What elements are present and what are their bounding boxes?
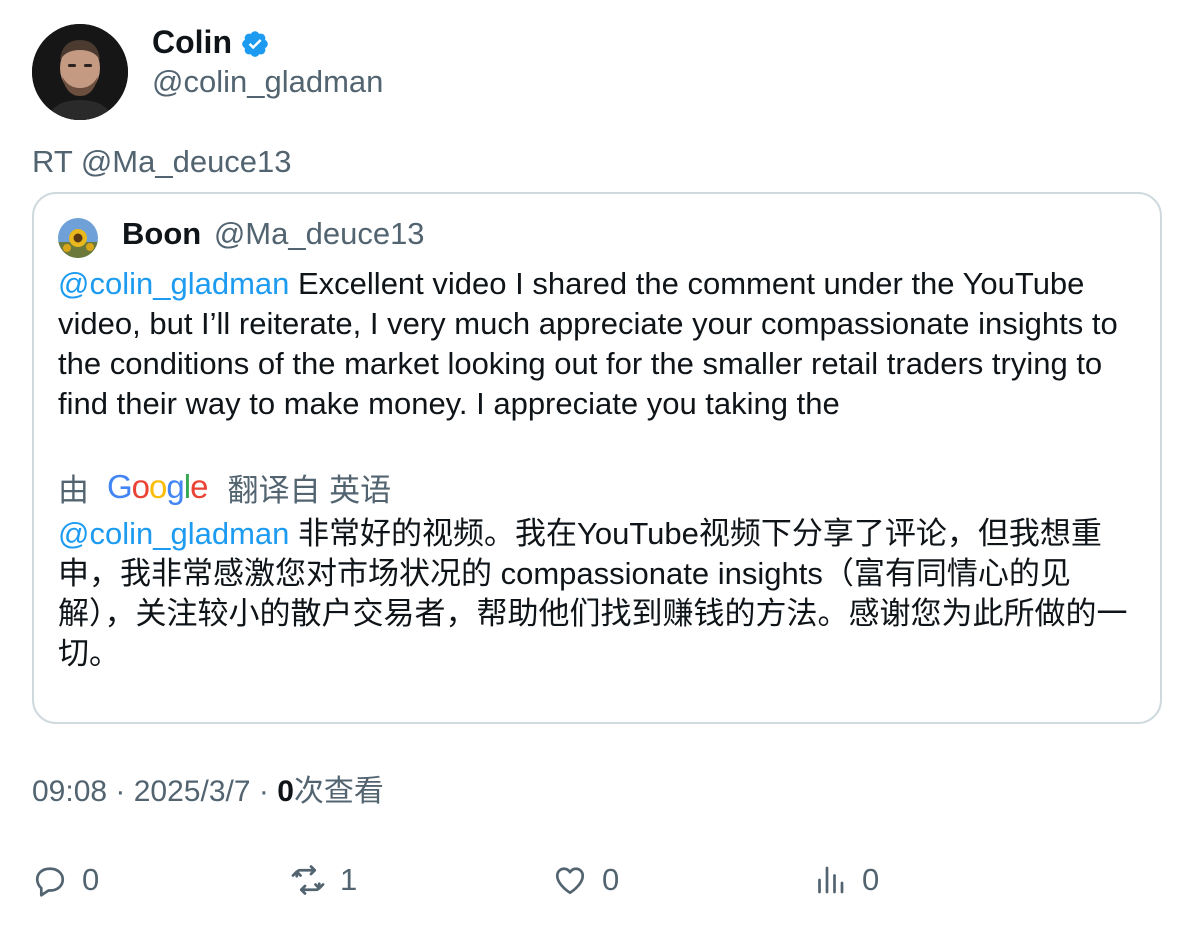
views-label: 次查看 — [293, 775, 384, 808]
translated-mention-link[interactable]: @colin_gladman — [58, 516, 289, 551]
reply-count: 0 — [82, 862, 100, 897]
retweet-label: RT @Ma_deuce13 — [32, 144, 292, 179]
quoted-tweet-card[interactable]: Boon @Ma_deuce13 @colin_gladman Excellen… — [32, 192, 1162, 724]
quoted-author-avatar[interactable] — [58, 218, 98, 258]
google-logo-icon: Google — [107, 468, 208, 505]
views-count: 0 — [277, 775, 294, 808]
sunflower-avatar-icon — [58, 218, 98, 258]
quoted-author-name[interactable]: Boon — [122, 216, 201, 251]
translation-attribution: 由 Google 翻译自 英语 — [58, 466, 391, 508]
action-bar: 0 1 0 0 — [32, 858, 1132, 902]
retweet-count: 1 — [340, 862, 358, 897]
analytics-bar-icon — [818, 866, 844, 894]
translated-text: @colin_gladman 非常好的视频。我在YouTube视频下分享了评论，… — [58, 514, 1148, 674]
translate-suffix: 翻译自 英语 — [227, 472, 392, 508]
meta-separator: · — [250, 775, 278, 808]
reply-icon — [35, 867, 65, 897]
author-handle[interactable]: @colin_gladman — [152, 62, 383, 102]
author-avatar[interactable] — [32, 24, 128, 120]
heart-icon — [555, 867, 585, 895]
quoted-author-handle[interactable]: @Ma_deuce13 — [214, 216, 425, 251]
meta-separator: · — [107, 775, 134, 808]
like-button[interactable]: 0 — [552, 858, 619, 902]
verified-badge-icon — [242, 31, 268, 57]
retweet-button[interactable]: 1 — [290, 858, 357, 902]
quoted-header: Boon @Ma_deuce13 — [122, 214, 425, 254]
quoted-tweet-text: @colin_gladman Excellent video I shared … — [58, 264, 1148, 424]
avatar-portrait-icon — [32, 24, 128, 120]
author-name-text[interactable]: Colin — [152, 22, 232, 62]
reply-button[interactable]: 0 — [32, 858, 99, 902]
tweet-time[interactable]: 09:08 — [32, 775, 107, 808]
like-count: 0 — [602, 862, 620, 897]
mention-link[interactable]: @colin_gladman — [58, 266, 289, 301]
translate-prefix: 由 — [58, 472, 89, 508]
views-count-action: 0 — [862, 862, 880, 897]
tweet-meta: 09:08 · 2025/3/7 · 0次查看 — [32, 772, 384, 812]
tweet-date[interactable]: 2025/3/7 — [134, 775, 251, 808]
views-button[interactable]: 0 — [812, 858, 879, 902]
author-name[interactable]: Colin — [152, 22, 270, 62]
retweet-icon — [291, 865, 325, 895]
